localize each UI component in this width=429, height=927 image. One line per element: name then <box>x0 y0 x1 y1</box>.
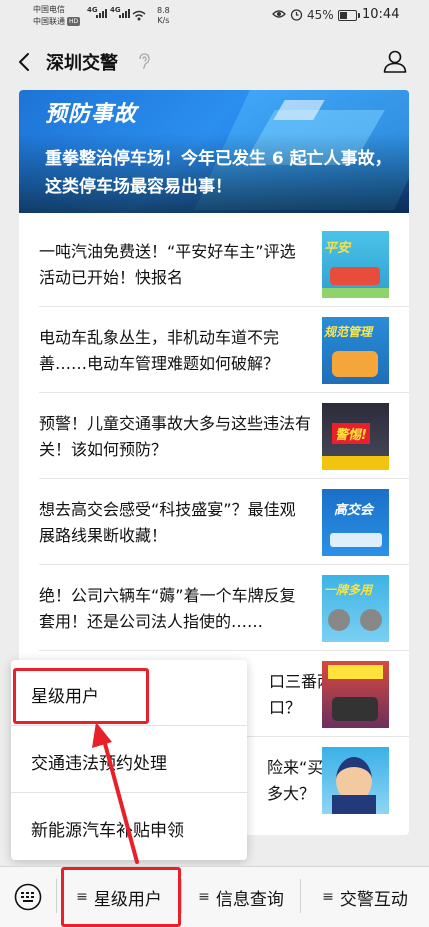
eye-comfort-icon <box>272 10 286 18</box>
article-thumbnail: 一牌多用 <box>322 575 389 642</box>
thumbnail-text: 规范管理 <box>324 325 373 339</box>
alarm-icon <box>290 9 303 21</box>
article-thumbnail: 规范管理 <box>322 317 389 384</box>
submenu-item-ev-subsidy[interactable]: 新能源汽车补贴申领 <box>11 794 247 860</box>
list-item[interactable]: 一吨汽油免费送！“平安好车主”评选活动已开始！快报名 平安 <box>19 221 409 307</box>
battery-icon <box>338 10 360 21</box>
thumbnail-text: 高交会 <box>334 503 374 518</box>
battery-percent: 45% <box>307 8 334 22</box>
page-title: 深圳交警 <box>46 53 118 74</box>
profile-icon[interactable] <box>382 48 408 74</box>
carrier-info: 中国电信 中国联通 HD <box>33 4 81 28</box>
article-thumbnail <box>322 747 389 814</box>
speed-value: 8.8 <box>157 6 170 15</box>
highlight-box-menu <box>61 867 181 927</box>
signal-icon-1 <box>96 9 107 18</box>
submenu-item-label: 交通违法预约处理 <box>31 754 167 774</box>
article-thumbnail: 高交会 <box>322 489 389 556</box>
list-item[interactable]: 想去高交会感受“科技盛宴”？最佳观展路线果断收藏！ 高交会 <box>19 479 409 565</box>
list-item[interactable]: 电动车乱象丛生，非机动车道不完善……电动车管理难题如何破解？ 规范管理 <box>19 307 409 393</box>
submenu-item-label: 新能源汽车补贴申领 <box>31 821 184 841</box>
thumbnail-text: 一牌多用 <box>324 583 373 597</box>
article-thumbnail <box>322 661 389 728</box>
menu-lines-icon: ≡ <box>322 889 334 905</box>
article-title-line: 险来“买 <box>267 758 324 777</box>
battery-level <box>340 12 347 19</box>
article-title: 电动车乱象丛生，非机动车道不完善……电动车管理难题如何破解？ <box>39 328 280 373</box>
article-title-line: 口？ <box>269 698 302 717</box>
article-title: 预警！儿童交通事故大多与这些违法有关！该如何预防？ <box>39 414 312 459</box>
article-thumbnail: 平安 <box>322 231 389 298</box>
speed-unit: K/s <box>157 16 170 25</box>
menu-label: 信息查询 <box>215 889 284 910</box>
thumbnail-text: 平安 <box>324 241 351 256</box>
ear-listen-icon <box>139 53 150 69</box>
wifi-icon <box>132 10 146 21</box>
menu-police-interaction[interactable]: ≡ 交警互动 <box>301 867 429 927</box>
back-arrow-icon[interactable] <box>14 50 38 74</box>
keyboard-icon[interactable] <box>14 883 42 911</box>
article-title: 绝！公司六辆车“薅”着一个车牌反复套用！还是公司法人指使的…… <box>39 586 296 631</box>
menu-lines-icon: ≡ <box>198 889 210 905</box>
submenu-item-violation-appointment[interactable]: 交通违法预约处理 <box>11 727 247 793</box>
article-title-line: 多大？ <box>267 784 316 803</box>
clock: 10:44 <box>362 7 400 22</box>
article-thumbnail: 警惕! <box>322 403 389 470</box>
network-speed: 8.8 K/s <box>157 6 170 26</box>
menu-info-query[interactable]: ≡ 信息查询 <box>182 867 300 927</box>
thumbnail-text: 警惕! <box>332 423 370 444</box>
banner-article[interactable]: 预防事故 重拳整治停车场！今年已发生 6 起亡人事故，这类停车场最容易出事！ <box>19 90 409 213</box>
article-title: 想去高交会感受“科技盛宴”？最佳观展路线果断收藏！ <box>39 500 296 545</box>
banner-title: 重拳整治停车场！今年已发生 6 起亡人事故，这类停车场最容易出事！ <box>45 149 392 197</box>
signal-icon-2 <box>119 9 130 18</box>
carrier-1: 中国电信 <box>33 5 65 14</box>
highlight-box-popup <box>13 668 149 724</box>
menu-label: 交警互动 <box>339 889 408 910</box>
list-item[interactable]: 绝！公司六辆车“薅”着一个车牌反复套用！还是公司法人指使的…… 一牌多用 <box>19 565 409 651</box>
nav-bar: 深圳交警 <box>0 34 429 88</box>
carrier-2: 中国联通 <box>33 17 65 26</box>
hd-badge: HD <box>67 17 81 26</box>
banner-headline: 预防事故 <box>45 102 138 127</box>
status-bar: 中国电信 中国联通 HD 4G 4G 8.8 K/s 45% 10:44 <box>0 0 429 34</box>
list-item[interactable]: 预警！儿童交通事故大多与这些违法有关！该如何预防？ 警惕! <box>19 393 409 479</box>
article-title: 一吨汽油免费送！“平安好车主”评选活动已开始！快报名 <box>39 242 296 287</box>
